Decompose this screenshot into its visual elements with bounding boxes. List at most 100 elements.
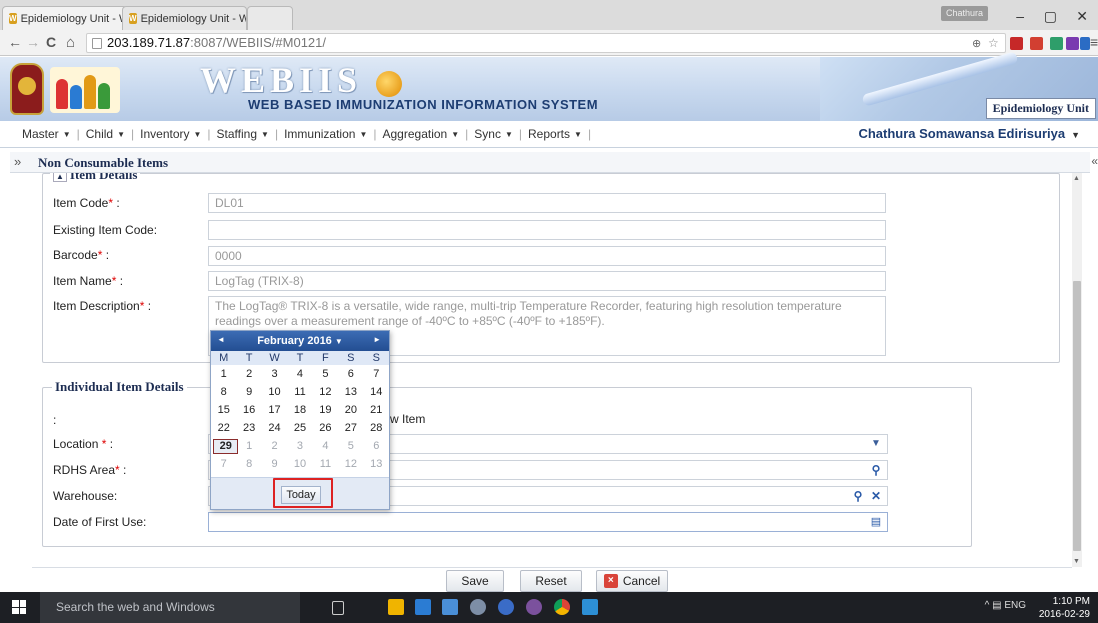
menu-master[interactable]: Master ▼ — [0, 127, 76, 141]
selected-day-cell[interactable]: 29 — [213, 439, 239, 454]
taskbar-search-box[interactable]: Search the web and Windows — [40, 592, 300, 623]
today-button[interactable]: Today — [281, 486, 321, 504]
date-first-use-input[interactable] — [208, 512, 888, 532]
back-arrow-icon[interactable]: ← — [8, 34, 22, 50]
windows-start-icon[interactable] — [12, 600, 26, 614]
day-cell[interactable]: 28 — [364, 422, 389, 434]
day-cell[interactable]: 5 — [338, 440, 363, 452]
day-cell[interactable]: 4 — [287, 368, 312, 380]
day-cell[interactable]: 24 — [262, 422, 287, 434]
cancel-button[interactable]: × Cancel — [596, 570, 668, 592]
day-cell[interactable]: 4 — [313, 440, 338, 452]
viber-icon[interactable] — [526, 599, 542, 615]
system-tray[interactable]: ^ ▤ ENG — [985, 600, 1026, 611]
onenote-icon[interactable] — [1066, 37, 1079, 50]
day-cell[interactable]: 7 — [364, 368, 389, 380]
day-cell[interactable]: 23 — [236, 422, 261, 434]
barcode-input[interactable]: 0000 — [208, 246, 886, 266]
day-cell[interactable]: 26 — [313, 422, 338, 434]
scrollbar-thumb[interactable] — [1073, 281, 1081, 551]
menu-immunization[interactable]: Immunization ▼ — [279, 127, 372, 141]
scroll-down-icon[interactable]: ▼ — [1073, 558, 1080, 565]
home-icon[interactable]: ⌂ — [66, 34, 75, 51]
store-icon[interactable] — [415, 599, 431, 615]
new-tab-button[interactable] — [247, 6, 293, 30]
day-cell[interactable]: 2 — [262, 440, 287, 452]
day-cell[interactable]: 18 — [287, 404, 312, 416]
day-cell[interactable]: 15 — [211, 404, 236, 416]
day-cell[interactable]: 19 — [313, 404, 338, 416]
form-scrollbar[interactable]: ▲ ▼ — [1072, 173, 1082, 567]
menu-staffing[interactable]: Staffing ▼ — [212, 127, 274, 141]
day-cell[interactable]: 6 — [364, 440, 389, 452]
day-cell[interactable]: 16 — [236, 404, 261, 416]
day-cell[interactable]: 6 — [338, 368, 363, 380]
extension-pdf-icon[interactable] — [1010, 37, 1023, 50]
reset-button[interactable]: Reset — [520, 570, 582, 592]
expand-panel-icon[interactable]: » — [14, 154, 21, 169]
bookmark-star-icon[interactable]: ☆ — [988, 36, 999, 50]
day-cell[interactable]: 9 — [236, 386, 261, 398]
day-cell[interactable]: 12 — [338, 458, 363, 470]
browser-profile-chip[interactable]: Chathura — [940, 6, 988, 21]
day-cell[interactable]: 22 — [211, 422, 236, 434]
item-code-input[interactable]: DL01 — [208, 193, 886, 213]
existing-item-code-input[interactable] — [208, 220, 886, 240]
collapse-panel-icon[interactable]: « — [1091, 154, 1098, 168]
day-cell[interactable]: 17 — [262, 404, 287, 416]
url-bar[interactable]: 203.189.71.87:8087/WEBIIS/#M0121/ — [86, 33, 1006, 53]
browser-tab-2[interactable]: W Epidemiology Unit - WEBI × — [122, 6, 247, 30]
menu-inventory[interactable]: Inventory ▼ — [135, 127, 206, 141]
gmail-icon[interactable] — [1030, 37, 1043, 50]
day-cell[interactable]: 1 — [236, 440, 261, 452]
pinned-app-icon[interactable] — [582, 599, 598, 615]
forward-arrow-icon[interactable]: → — [26, 34, 40, 50]
day-cell[interactable]: 12 — [313, 386, 338, 398]
day-cell[interactable]: 10 — [262, 386, 287, 398]
zoom-icon[interactable]: ⊕ — [972, 37, 981, 50]
window-close-icon[interactable]: ✕ — [1076, 8, 1088, 25]
day-cell[interactable]: 9 — [262, 458, 287, 470]
day-cell[interactable]: 21 — [364, 404, 389, 416]
day-cell[interactable]: 13 — [338, 386, 363, 398]
day-cell[interactable]: 8 — [211, 386, 236, 398]
menu-child[interactable]: Child ▼ — [81, 127, 130, 141]
browser-tab-1[interactable]: W Epidemiology Unit - WEBI × — [2, 6, 127, 30]
r-app-icon[interactable] — [498, 599, 514, 615]
chrome-icon[interactable] — [554, 599, 570, 615]
chevron-down-icon[interactable]: ▼ — [868, 436, 884, 452]
calendar-icon[interactable]: ▤ — [868, 514, 884, 530]
new-item-option-label[interactable]: w Item — [390, 412, 425, 426]
tools-app-icon[interactable] — [470, 599, 486, 615]
day-cell[interactable]: 10 — [287, 458, 312, 470]
taskbar-clock[interactable]: 1:10 PM 2016-02-29 — [1039, 595, 1090, 621]
extension-green-icon[interactable] — [1050, 37, 1063, 50]
day-cell[interactable]: 20 — [338, 404, 363, 416]
day-cell[interactable]: 11 — [287, 386, 312, 398]
day-cell[interactable]: 13 — [364, 458, 389, 470]
maximize-icon[interactable]: ▢ — [1044, 8, 1057, 25]
save-button[interactable]: Save — [446, 570, 504, 592]
menu-reports[interactable]: Reports ▼ — [523, 127, 587, 141]
search-icon[interactable]: ⚲ — [850, 488, 866, 504]
menu-sync[interactable]: Sync ▼ — [469, 127, 518, 141]
day-cell[interactable]: 25 — [287, 422, 312, 434]
day-cell[interactable]: 8 — [236, 458, 261, 470]
task-view-icon[interactable] — [332, 601, 344, 615]
browser-menu-icon[interactable]: ≡ — [1090, 34, 1098, 50]
clear-icon[interactable]: ✕ — [868, 488, 884, 504]
day-cell[interactable]: 7 — [211, 458, 236, 470]
month-year-selector[interactable]: February 2016 ▼ — [211, 335, 389, 347]
item-details-legend[interactable]: ▲ Item Details — [50, 173, 141, 183]
day-cell[interactable]: 27 — [338, 422, 363, 434]
day-cell[interactable]: 1 — [211, 368, 236, 380]
day-cell[interactable]: 3 — [262, 368, 287, 380]
search-icon[interactable]: ⚲ — [868, 462, 884, 478]
next-month-icon[interactable]: ► — [373, 335, 381, 344]
reload-icon[interactable]: C — [46, 34, 56, 50]
day-cell[interactable]: 14 — [364, 386, 389, 398]
menu-aggregation[interactable]: Aggregation ▼ — [378, 127, 465, 141]
file-explorer-icon[interactable] — [388, 599, 404, 615]
extension-blue-icon[interactable] — [1080, 37, 1090, 50]
day-cell[interactable]: 5 — [313, 368, 338, 380]
